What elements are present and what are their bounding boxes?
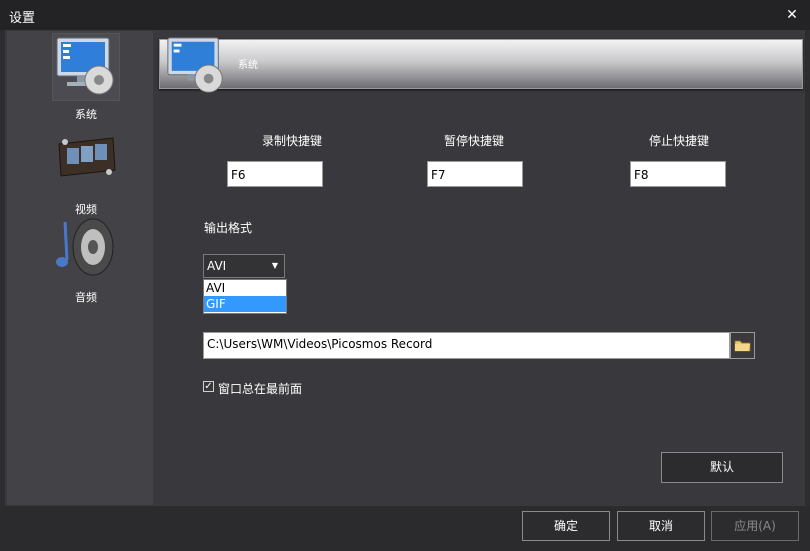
pause-hotkey-label: 暂停快捷键 [443, 134, 504, 148]
stop-hotkey-field[interactable]: F8 [630, 161, 726, 187]
dropdown-option-avi[interactable]: AVI [204, 280, 286, 296]
dropdown-option-gif[interactable]: GIF [204, 296, 286, 312]
output-path-field[interactable]: C:\Users\WM\Videos\Picosmos Record [203, 332, 730, 359]
select-value: AVI [207, 259, 227, 273]
speaker-icon [56, 218, 114, 276]
output-format-select[interactable]: AVI ▼ [203, 254, 285, 278]
browse-folder-button[interactable] [730, 332, 755, 359]
film-strip-icon [58, 137, 116, 177]
sidebar-item-label: 系统 [75, 108, 97, 121]
checkbox-label: 窗口总在最前面 [218, 382, 303, 396]
checkbox[interactable]: ✓ [203, 381, 214, 392]
chevron-down-icon: ▼ [271, 261, 278, 270]
stop-hotkey-label: 停止快捷键 [648, 134, 709, 148]
sidebar-item-video[interactable]: 视频 [38, 126, 134, 217]
window-title: 设置 [9, 11, 36, 26]
folder-icon [734, 340, 751, 352]
close-icon: ✕ [786, 7, 798, 23]
sidebar-item-audio[interactable]: 音频 [38, 214, 134, 305]
monitor-gear-icon [167, 37, 223, 93]
page-title: 系统 [238, 60, 258, 71]
record-hotkey-field[interactable]: F6 [227, 161, 323, 187]
format-dropdown-list: AVI GIF [203, 279, 287, 314]
title-bar [0, 0, 810, 30]
cancel-button[interactable]: 取消 [617, 511, 705, 541]
pause-hotkey-field[interactable]: F7 [427, 161, 523, 187]
close-button[interactable]: ✕ [782, 5, 802, 25]
sidebar-item-system[interactable]: 系统 [38, 33, 134, 122]
ok-button[interactable]: 确定 [522, 511, 610, 541]
apply-button[interactable]: 应用(A) [711, 511, 799, 541]
sidebar-item-label: 音频 [75, 291, 97, 304]
output-format-label: 输出格式 [204, 221, 253, 235]
monitor-gear-icon [52, 33, 120, 101]
default-button[interactable]: 默认 [661, 452, 783, 483]
sidebar: 系统 视频 音频 [7, 31, 153, 505]
record-hotkey-label: 录制快捷键 [261, 134, 322, 148]
